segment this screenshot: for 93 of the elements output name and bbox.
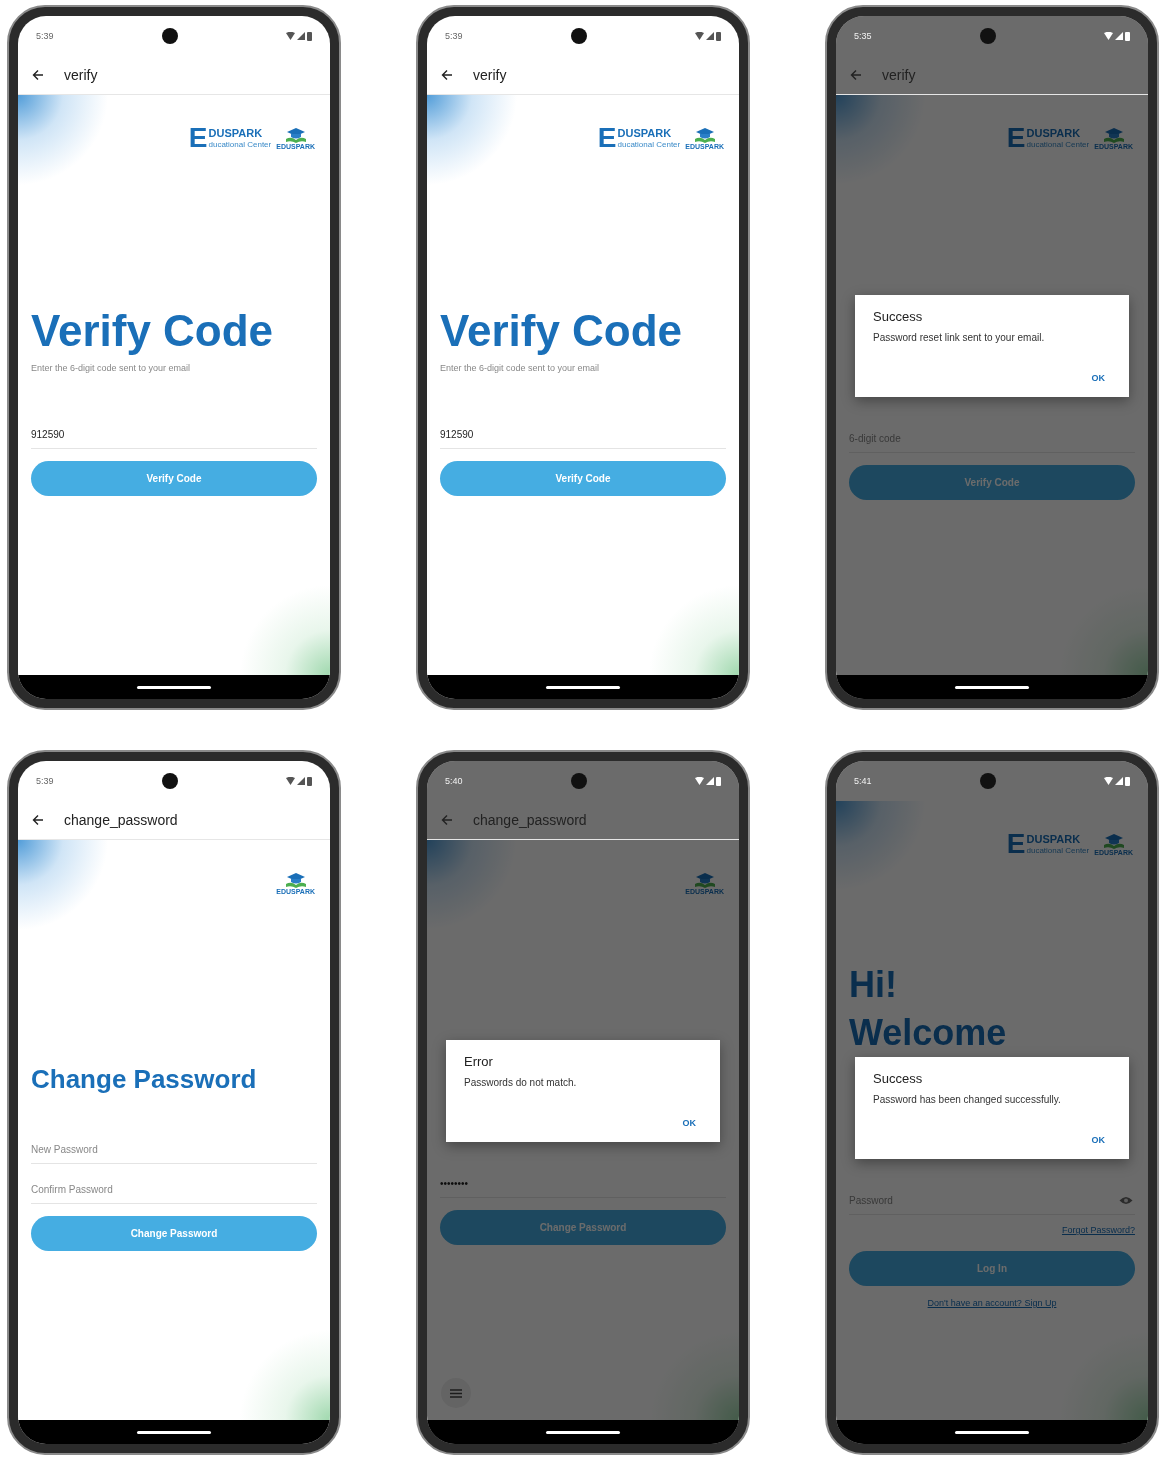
home-indicator[interactable]	[546, 1430, 620, 1434]
camera-icon	[570, 773, 587, 789]
screen-title: change_password	[473, 812, 587, 828]
input-field[interactable]: Confirm Password	[31, 1176, 317, 1204]
wifi-icon	[1104, 32, 1113, 40]
page-heading: Change Password	[31, 1063, 258, 1096]
logo-wordmark: DUSPARK	[208, 127, 264, 140]
dialog-title: Success	[873, 1071, 924, 1086]
camera-icon	[979, 773, 996, 789]
back-arrow-icon[interactable]	[441, 69, 453, 81]
ok-button[interactable]: OK	[1085, 369, 1111, 387]
status-time: 5:35	[854, 31, 872, 41]
page-heading: Verify Code	[440, 305, 684, 357]
back-arrow-icon[interactable]	[32, 69, 44, 81]
ok-button[interactable]: OK	[676, 1114, 702, 1132]
graduation-cap-book-icon	[284, 871, 307, 888]
logo-letter: E	[188, 124, 208, 152]
battery-icon	[716, 776, 721, 786]
status-time: 5:39	[36, 776, 54, 786]
home-indicator[interactable]	[137, 685, 211, 689]
logo-wordmark: DUSPARK	[1026, 127, 1082, 140]
battery-icon	[307, 31, 312, 41]
submit-button[interactable]: Verify Code	[849, 465, 1135, 500]
graduation-cap-book-icon	[693, 126, 716, 143]
signal-icon	[297, 32, 305, 40]
logo-tagline: ducational Center	[617, 139, 681, 149]
signal-icon	[297, 777, 305, 785]
battery-icon	[1125, 31, 1130, 41]
submit-button[interactable]: Verify Code	[31, 461, 317, 496]
camera-icon	[161, 28, 178, 44]
logo-tagline: ducational Center	[208, 139, 272, 149]
logo-tagline: ducational Center	[1026, 845, 1090, 855]
signal-icon	[706, 32, 714, 40]
screen-title: verify	[64, 67, 98, 83]
dialog-title: Success	[873, 309, 924, 324]
status-time: 5:39	[36, 31, 54, 41]
logo-letter: E	[597, 124, 617, 152]
signal-icon	[1115, 777, 1123, 785]
wifi-icon	[286, 777, 295, 785]
logo-wordmark: DUSPARK	[617, 127, 673, 140]
input-field[interactable]: 912590	[440, 421, 726, 449]
battery-icon	[1125, 776, 1130, 786]
home-indicator[interactable]	[546, 685, 620, 689]
screen-title: change_password	[64, 812, 178, 828]
graduation-cap-book-icon	[1102, 126, 1125, 143]
logo-tagline: ducational Center	[1026, 139, 1090, 149]
wifi-icon	[695, 777, 704, 785]
input-field[interactable]: ••••••••	[440, 1170, 726, 1198]
logo-letter: E	[1006, 124, 1026, 152]
signal-icon	[1115, 32, 1123, 40]
logo-letter: E	[1006, 830, 1026, 858]
graduation-cap-book-icon	[284, 126, 307, 143]
logo-wordmark: DUSPARK	[1026, 833, 1082, 846]
submit-button[interactable]: Change Password	[440, 1210, 726, 1245]
submit-button[interactable]: Verify Code	[440, 461, 726, 496]
home-indicator[interactable]	[137, 1430, 211, 1434]
status-time: 5:39	[445, 31, 463, 41]
status-time: 5:40	[445, 776, 463, 786]
dialog-message: Password has been changed successfully.	[873, 1094, 1062, 1105]
screen-title: verify	[882, 67, 916, 83]
ok-button[interactable]: OK	[1085, 1131, 1111, 1149]
input-field[interactable]: 912590	[31, 421, 317, 449]
menu-icon	[450, 1388, 462, 1398]
screen-title: verify	[473, 67, 507, 83]
camera-icon	[570, 28, 587, 44]
eye-icon[interactable]	[1119, 1196, 1133, 1205]
submit-button[interactable]: Log In	[849, 1251, 1135, 1286]
instruction-text: Enter the 6-digit code sent to your email	[31, 363, 192, 373]
dialog-message: Passwords do not match.	[464, 1077, 578, 1088]
wifi-icon	[1104, 777, 1113, 785]
dialog-message: Password reset link sent to your email.	[873, 332, 1046, 343]
input-field[interactable]: New Password	[31, 1136, 317, 1164]
home-indicator[interactable]	[955, 685, 1029, 689]
back-arrow-icon[interactable]	[32, 814, 44, 826]
home-indicator[interactable]	[955, 1430, 1029, 1434]
graduation-cap-book-icon	[693, 871, 716, 888]
greeting-text: Hi!	[849, 963, 898, 1007]
camera-icon	[979, 28, 996, 44]
forgot-password-link[interactable]: Forgot Password?	[1061, 1225, 1135, 1235]
battery-icon	[716, 31, 721, 41]
submit-button[interactable]: Change Password	[31, 1216, 317, 1251]
camera-icon	[161, 773, 178, 789]
instruction-text: Enter the 6-digit code sent to your email	[440, 363, 601, 373]
wifi-icon	[286, 32, 295, 40]
graduation-cap-book-icon	[1102, 832, 1125, 849]
battery-icon	[307, 776, 312, 786]
signal-icon	[706, 777, 714, 785]
wifi-icon	[695, 32, 704, 40]
dialog-title: Error	[464, 1054, 494, 1069]
page-heading: Verify Code	[31, 305, 275, 357]
greeting-text: Welcome	[849, 1011, 1008, 1055]
status-time: 5:41	[854, 776, 872, 786]
sign-up-link[interactable]: Don't have an account? Sign Up	[927, 1298, 1057, 1308]
